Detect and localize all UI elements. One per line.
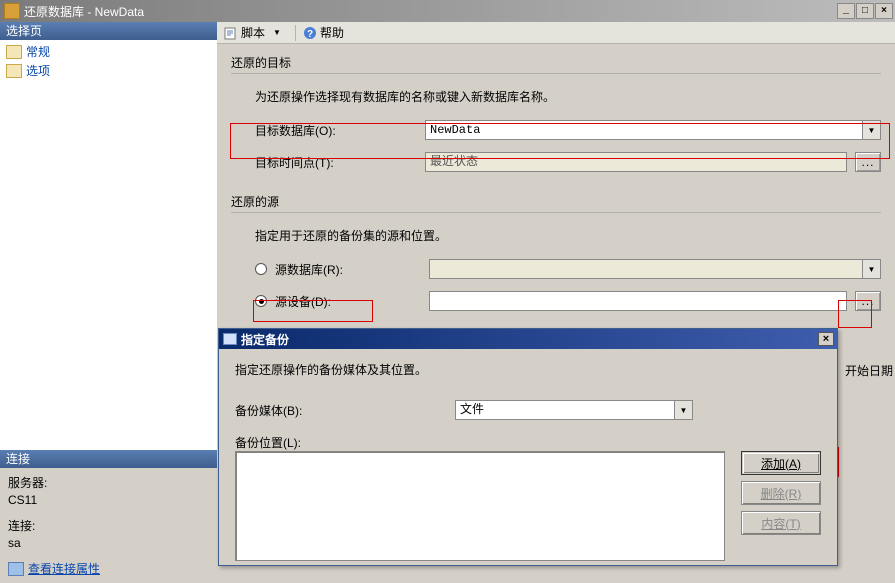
maximize-button[interactable]: □	[856, 3, 874, 19]
source-device-radio-label: 源设备(D):	[275, 293, 429, 310]
target-db-row: 目标数据库(O): NewData ▼	[255, 119, 881, 141]
backup-media-dropdown-button[interactable]: ▼	[675, 400, 693, 420]
source-instruction: 指定用于还原的备份集的源和位置。	[255, 227, 881, 244]
source-db-radio[interactable]	[255, 263, 267, 275]
backup-media-label: 备份媒体(B):	[235, 402, 455, 419]
backup-location-label: 备份位置(L):	[235, 434, 455, 451]
column-header-fragment: 开始日期	[845, 362, 893, 379]
app-icon	[4, 3, 20, 19]
close-button[interactable]: ×	[875, 3, 893, 19]
server-value: CS11	[8, 493, 209, 507]
view-connection-props-link[interactable]: 查看连接属性	[28, 560, 100, 577]
connection-header: 连接	[0, 450, 217, 468]
dialog-close-button[interactable]: ×	[818, 332, 834, 346]
minimize-button[interactable]: _	[837, 3, 855, 19]
source-db-dropdown-button: ▼	[863, 259, 881, 279]
help-button[interactable]: 帮助	[320, 24, 344, 41]
nav-item-general[interactable]: 常规	[0, 42, 217, 61]
nav-item-label: 选项	[26, 62, 50, 79]
nav-list: 常规 选项	[0, 40, 217, 450]
nav-item-label: 常规	[26, 43, 50, 60]
add-button[interactable]: 添加(A)	[741, 451, 821, 475]
source-device-input[interactable]	[429, 291, 847, 311]
connection-label: 连接:	[8, 517, 209, 534]
source-device-ellipsis-button[interactable]: ...	[855, 291, 881, 311]
script-icon	[223, 25, 239, 41]
contents-button: 内容(T)	[741, 511, 821, 535]
connection-props-icon	[8, 562, 24, 576]
nav-item-options[interactable]: 选项	[0, 61, 217, 80]
svg-text:?: ?	[307, 29, 313, 40]
target-time-row: 目标时间点(T): 最近状态 ...	[255, 151, 881, 173]
source-device-radio-row: 源设备(D): ...	[255, 290, 881, 312]
backup-media-combobox[interactable]: 文件	[455, 400, 675, 420]
left-pane: 选择页 常规 选项 连接 服务器: CS11 连接: sa 查看连接属性	[0, 22, 217, 568]
page-icon	[6, 64, 22, 78]
target-time-label: 目标时间点(T):	[255, 154, 425, 171]
source-device-radio[interactable]	[255, 295, 267, 307]
source-db-radio-row: 源数据库(R): ▼	[255, 258, 881, 280]
page-icon	[6, 45, 22, 59]
source-db-radio-label: 源数据库(R):	[275, 261, 429, 278]
group-separator	[231, 73, 881, 74]
group-separator	[231, 212, 881, 213]
dialog-title: 指定备份	[241, 331, 818, 348]
remove-button: 删除(R)	[741, 481, 821, 505]
script-dropdown-icon[interactable]: ▼	[273, 28, 281, 37]
server-label: 服务器:	[8, 474, 209, 491]
backup-media-row: 备份媒体(B): 文件 ▼	[235, 400, 821, 420]
toolbar: 脚本 ▼ ? 帮助	[217, 22, 895, 44]
dest-instruction: 为还原操作选择现有数据库的名称或键入新数据库名称。	[255, 88, 881, 105]
target-db-label: 目标数据库(O):	[255, 122, 425, 139]
target-db-combobox[interactable]: NewData	[425, 120, 863, 140]
target-time-ellipsis-button[interactable]: ...	[855, 152, 881, 172]
dialog-body: 指定还原操作的备份媒体及其位置。 备份媒体(B): 文件 ▼ 备份位置(L):	[219, 349, 837, 467]
specify-backup-dialog: 指定备份 × 指定还原操作的备份媒体及其位置。 备份媒体(B): 文件 ▼ 备份…	[218, 328, 838, 566]
target-db-dropdown-button[interactable]: ▼	[863, 120, 881, 140]
connection-panel: 服务器: CS11 连接: sa 查看连接属性	[0, 468, 217, 583]
toolbar-separator	[295, 25, 296, 41]
script-button[interactable]: 脚本	[241, 24, 265, 41]
source-group-title: 还原的源	[231, 193, 881, 210]
dialog-titlebar: 指定备份 ×	[219, 329, 837, 349]
source-db-combobox	[429, 259, 863, 279]
backup-location-listbox[interactable]	[235, 451, 725, 561]
target-time-display: 最近状态	[425, 152, 847, 172]
window-titlebar: 还原数据库 - NewData _ □ ×	[0, 0, 895, 22]
dialog-instruction: 指定还原操作的备份媒体及其位置。	[235, 361, 821, 378]
dialog-button-stack: 添加(A) 删除(R) 内容(T)	[741, 451, 821, 535]
window-title: 还原数据库 - NewData	[24, 3, 836, 20]
help-icon: ?	[302, 25, 318, 41]
dest-group-title: 还原的目标	[231, 54, 881, 71]
backup-location-row: 备份位置(L):	[235, 434, 821, 451]
connection-value: sa	[8, 536, 209, 550]
dialog-icon	[223, 333, 237, 345]
select-page-header: 选择页	[0, 22, 217, 40]
